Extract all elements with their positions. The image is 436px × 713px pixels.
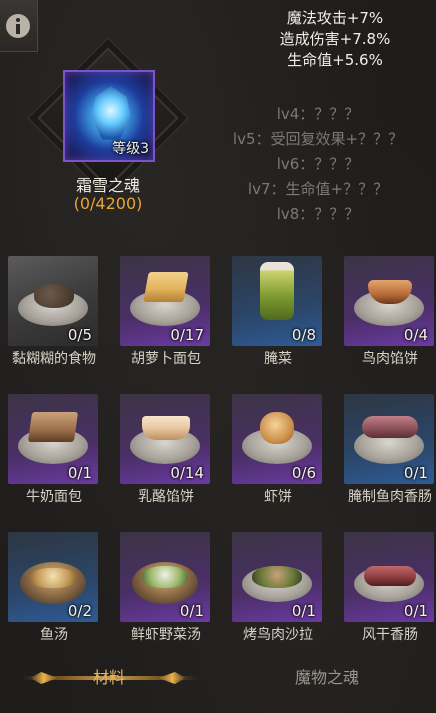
soul-emblem[interactable]: 等级3 <box>37 47 179 189</box>
item-label: 鲜虾野菜汤 <box>131 627 201 643</box>
soul-stats: 魔法攻击+7% 造成伤害+7.8% 生命值+5.6% <box>240 8 430 71</box>
material-item[interactable]: 0/6 虾饼 <box>224 394 332 508</box>
item-count: 0/1 <box>403 464 428 482</box>
item-label: 虾饼 <box>264 489 292 505</box>
material-item[interactable]: 0/1 腌制鱼肉香肠 <box>336 394 436 508</box>
item-tile[interactable]: 0/17 <box>120 256 210 346</box>
material-item[interactable]: 0/5 黏糊糊的食物 <box>0 256 108 370</box>
milk-bread-icon <box>27 412 79 442</box>
item-count: 0/14 <box>170 464 204 482</box>
item-label: 鸟肉馅饼 <box>362 351 418 367</box>
material-item[interactable]: 0/1 烤鸟肉沙拉 <box>224 532 332 646</box>
item-tile[interactable]: 0/1 <box>232 532 322 622</box>
stew-icon <box>34 284 74 308</box>
shrimp-cake-icon <box>260 412 294 444</box>
bottom-tabbar: 材料 魔物之魂 <box>0 658 436 702</box>
soul-name: 霜雪之魂 <box>75 176 140 195</box>
pickle-jar-icon <box>260 262 294 320</box>
item-tile[interactable]: 0/8 <box>232 256 322 346</box>
fish-sausage-icon <box>362 416 418 438</box>
dried-sausage-icon <box>364 566 416 586</box>
fish-soup-icon <box>30 568 76 588</box>
item-count: 0/6 <box>291 464 316 482</box>
item-label: 乳酪馅饼 <box>138 489 194 505</box>
item-label: 腌菜 <box>264 351 292 367</box>
item-tile[interactable]: 0/1 <box>120 532 210 622</box>
level-bonuses: lv4：？？？ lv5：受回复效果+？？？ lv6：？？？ lv7：生命值+？？… <box>200 102 436 227</box>
material-item[interactable]: 0/1 牛奶面包 <box>0 394 108 508</box>
item-label: 牛奶面包 <box>26 489 82 505</box>
level-bonus-line: lv7：生命值+？？？ <box>247 180 389 198</box>
material-item[interactable]: 0/1 鲜虾野菜汤 <box>112 532 220 646</box>
item-label: 黏糊糊的食物 <box>12 351 96 367</box>
item-count: 0/1 <box>291 602 316 620</box>
item-count: 0/8 <box>291 326 316 344</box>
stat-line: 魔法攻击+7% <box>286 9 384 27</box>
item-tile[interactable]: 0/4 <box>344 256 434 346</box>
item-count: 0/2 <box>67 602 92 620</box>
info-button[interactable] <box>0 0 38 52</box>
item-label: 烤鸟肉沙拉 <box>243 627 313 643</box>
item-tile[interactable]: 0/1 <box>344 532 434 622</box>
tab-materials[interactable]: 材料 <box>0 658 218 702</box>
item-count: 0/4 <box>403 326 428 344</box>
tab-monster-souls[interactable]: 魔物之魂 <box>218 658 436 702</box>
item-count: 0/1 <box>67 464 92 482</box>
stat-line: 生命值+5.6% <box>287 51 383 69</box>
material-item[interactable]: 0/8 腌菜 <box>224 256 332 370</box>
material-item[interactable]: 0/17 胡萝卜面包 <box>112 256 220 370</box>
item-tile[interactable]: 0/6 <box>232 394 322 484</box>
item-label: 腌制鱼肉香肠 <box>348 489 432 505</box>
item-label: 胡萝卜面包 <box>131 351 201 367</box>
material-item[interactable]: 0/14 乳酪馅饼 <box>112 394 220 508</box>
item-count: 0/1 <box>403 602 428 620</box>
soul-level: 等级3 <box>112 141 149 157</box>
level-bonus-line: lv8：？？？ <box>276 205 360 223</box>
shrimp-soup-icon <box>142 566 188 588</box>
ornament-right-icon <box>158 672 186 684</box>
item-label: 风干香肠 <box>362 627 418 643</box>
level-bonus-line: lv5：受回复效果+？？？ <box>232 130 404 148</box>
stat-line: 造成伤害+7.8% <box>279 30 391 48</box>
material-item[interactable]: 0/4 鸟肉馅饼 <box>336 256 436 370</box>
item-count: 0/17 <box>170 326 204 344</box>
soul-progress: (0/4200) <box>73 194 143 213</box>
ornament-left-icon <box>30 672 58 684</box>
bird-salad-icon <box>252 566 302 588</box>
item-label: 鱼汤 <box>40 627 68 643</box>
item-tile[interactable]: 0/1 <box>8 394 98 484</box>
tab-label: 魔物之魂 <box>294 668 359 687</box>
soul-portrait[interactable]: 等级3 <box>63 70 155 162</box>
item-tile[interactable]: 0/1 <box>344 394 434 484</box>
frost-helm-icon <box>91 86 131 140</box>
tab-label: 材料 <box>92 668 125 687</box>
item-count: 0/5 <box>67 326 92 344</box>
material-item[interactable]: 0/2 鱼汤 <box>0 532 108 646</box>
info-icon <box>6 14 30 38</box>
item-tile[interactable]: 0/5 <box>8 256 98 346</box>
level-bonus-line: lv6：？？？ <box>276 155 360 173</box>
item-tile[interactable]: 0/14 <box>120 394 210 484</box>
item-tile[interactable]: 0/2 <box>8 532 98 622</box>
cheese-pie-icon <box>142 416 190 440</box>
item-count: 0/1 <box>179 602 204 620</box>
level-bonus-line: lv4：？？？ <box>276 105 360 123</box>
carrot-bread-icon <box>143 272 189 302</box>
material-item[interactable]: 0/1 风干香肠 <box>336 532 436 646</box>
